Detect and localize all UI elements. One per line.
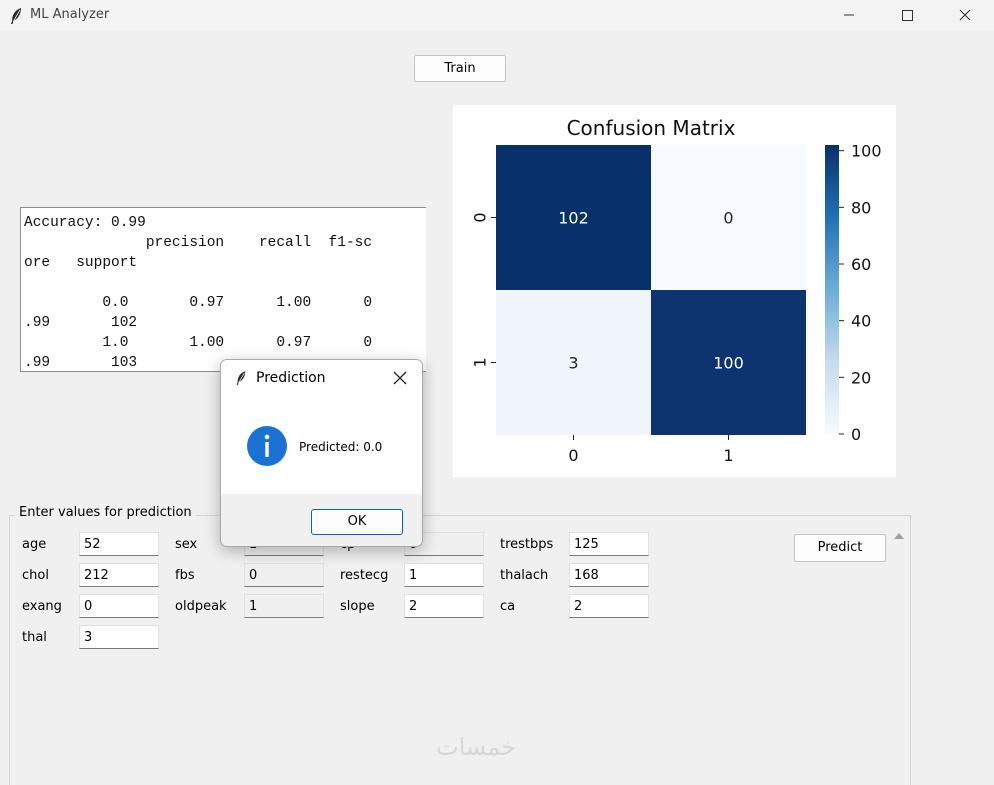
dialog-title: Prediction <box>256 370 326 386</box>
exang-input[interactable]: 0 <box>79 594 159 618</box>
close-icon[interactable] <box>393 371 407 385</box>
minimize-icon <box>844 14 854 16</box>
field-label-age: age <box>22 537 47 552</box>
info-icon <box>247 426 287 466</box>
thalach-input[interactable]: 168 <box>569 563 649 587</box>
field-label-thalach: thalach <box>500 568 549 583</box>
chol-input[interactable]: 212 <box>79 563 159 587</box>
report-text: Accuracy: 0.99 precision recall f1-sc or… <box>24 215 373 371</box>
slope-input[interactable]: 2 <box>404 594 484 618</box>
colorbar-tick-label-2: 40 <box>851 312 871 331</box>
dialog-message: Predicted: 0.0 <box>299 440 383 454</box>
field-label-slope: slope <box>340 599 375 614</box>
field-label-thal: thal <box>22 630 47 645</box>
feather-icon <box>11 8 21 24</box>
chart-svg: Confusion Matrix 102 03 1000 101 0204060801… <box>471 116 882 465</box>
colorbar-tick-label-1: 20 <box>851 368 871 387</box>
age-input[interactable]: 52 <box>79 532 159 556</box>
field-label-chol: chol <box>22 568 49 583</box>
prediction-group-title: Enter values for prediction <box>15 505 196 520</box>
field-label-fbs: fbs <box>175 568 195 583</box>
prediction-dialog: Prediction Predicted: 0.0 OK <box>220 359 423 547</box>
y-tick-label-0: 0 <box>471 212 490 222</box>
maximize-button[interactable] <box>884 0 930 31</box>
trestbps-input[interactable]: 125 <box>569 532 649 556</box>
cell-value-1-0: 3 <box>568 354 578 373</box>
field-label-restecg: restecg <box>340 568 389 583</box>
ca-input[interactable]: 2 <box>569 594 649 618</box>
dialog-body: Predicted: 0.0 <box>221 396 422 494</box>
cell-value-0-1: 0 <box>723 209 733 228</box>
close-button[interactable] <box>942 0 988 31</box>
restecg-input[interactable]: 1 <box>404 563 484 587</box>
feather-icon <box>236 371 246 385</box>
window-title: ML Analyzer <box>30 7 110 22</box>
colorbar-tick-label-0: 0 <box>851 425 861 444</box>
cell-value-1-1: 100 <box>713 354 744 373</box>
ok-button[interactable]: OK <box>311 509 403 535</box>
classification-report[interactable]: Accuracy: 0.99 precision recall f1-sc or… <box>20 207 426 372</box>
maximize-icon <box>902 10 913 21</box>
chart-title: Confusion Matrix <box>567 116 736 140</box>
oldpeak-input[interactable]: 1 <box>244 594 324 618</box>
window-titlebar: ML Analyzer <box>0 0 994 31</box>
field-label-exang: exang <box>22 599 62 614</box>
minimize-button[interactable] <box>826 0 872 31</box>
field-label-sex: sex <box>175 537 198 552</box>
field-label-trestbps: trestbps <box>500 537 554 552</box>
fbs-input[interactable]: 0 <box>244 563 324 587</box>
cell-value-0-0: 102 <box>558 209 589 228</box>
train-button[interactable]: Train <box>414 55 506 82</box>
field-label-ca: ca <box>500 599 516 614</box>
y-tick-label-1: 1 <box>471 357 490 367</box>
field-label-oldpeak: oldpeak <box>175 599 227 614</box>
scroll-up-icon[interactable] <box>893 531 905 541</box>
colorbar-tick-label-5: 100 <box>851 142 882 161</box>
x-tick-label-0: 0 <box>568 446 578 465</box>
thal-input[interactable]: 3 <box>79 625 159 649</box>
x-tick-label-1: 1 <box>723 446 733 465</box>
colorbar-tick-label-4: 80 <box>851 198 871 217</box>
watermark: خمسات <box>436 733 517 761</box>
dialog-titlebar: Prediction <box>221 360 422 396</box>
colorbar <box>825 145 839 434</box>
colorbar-tick-label-3: 60 <box>851 255 871 274</box>
close-icon <box>959 9 971 21</box>
confusion-matrix-chart: Confusion Matrix 102 0 3 100 0 1 0 1 0 20 40 60 80 1… <box>453 105 896 477</box>
predict-button[interactable]: Predict <box>794 534 886 562</box>
